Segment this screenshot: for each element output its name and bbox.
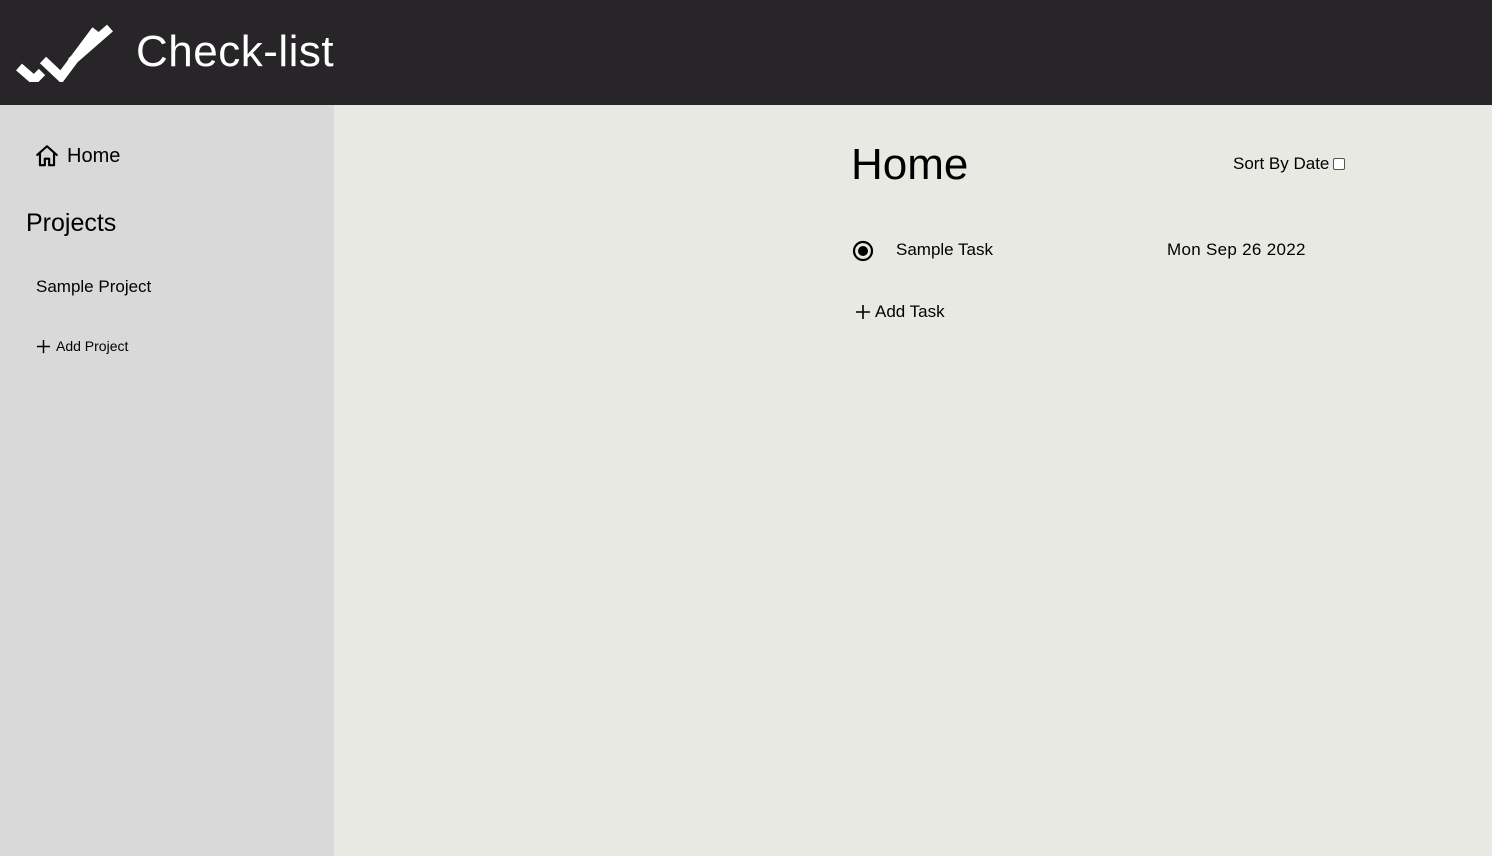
task-name: Sample Task xyxy=(896,240,994,259)
app-title: Check-list xyxy=(136,27,335,76)
projects-heading: Projects xyxy=(26,209,117,237)
task-row: Sample Task Mon Sep 26 2022 xyxy=(852,239,1312,263)
sort-by-date-label: Sort By Date xyxy=(1233,154,1330,173)
plus-icon xyxy=(856,305,870,319)
sidebar-item-label: Home xyxy=(67,144,121,167)
sidebar: Home Projects Sample Project Add Project xyxy=(0,105,334,856)
plus-icon xyxy=(36,339,51,353)
add-task-label: Add Task xyxy=(875,302,945,321)
main-content: Home Sort By Date Sample Task Mon Sep 26… xyxy=(334,105,1492,856)
double-check-icon xyxy=(16,24,113,82)
add-task-button[interactable]: Add Task xyxy=(855,302,945,322)
sidebar-item-sample-project[interactable]: Sample Project xyxy=(36,277,151,297)
add-project-label: Add Project xyxy=(56,338,129,354)
app-header: Check-list xyxy=(0,0,1492,105)
task-complete-radio[interactable] xyxy=(852,240,874,262)
home-icon xyxy=(36,145,58,167)
task-date: Mon Sep 26 2022 xyxy=(1167,240,1306,259)
page-title: Home xyxy=(851,140,969,189)
sort-by-date-control: Sort By Date xyxy=(1233,154,1346,174)
add-project-button[interactable]: Add Project xyxy=(36,338,128,354)
sort-by-date-checkbox[interactable] xyxy=(1333,158,1346,170)
sidebar-item-home[interactable]: Home xyxy=(34,143,120,169)
